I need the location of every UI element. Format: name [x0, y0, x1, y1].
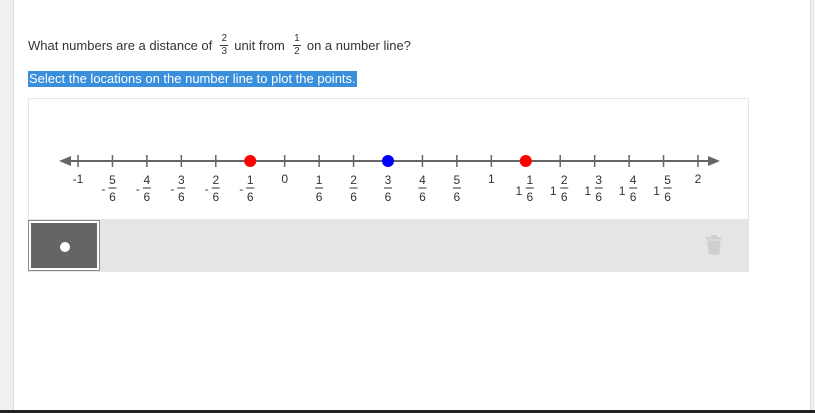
tick-label-denominator: 6	[526, 190, 533, 204]
tick-label-whole: 1	[653, 184, 660, 198]
fraction-two-thirds: 2 3	[220, 32, 229, 57]
tick-label-denominator: 6	[419, 190, 426, 204]
tick-label-denominator: 6	[664, 190, 671, 204]
tick-label-numerator: 5	[109, 173, 116, 187]
tick-label-numerator: 4	[144, 173, 151, 187]
fraction-numerator: 2	[221, 32, 228, 44]
point-red-left[interactable]	[244, 155, 257, 167]
question-prefix: What numbers are a distance of	[28, 37, 213, 53]
tick-label-denominator: 6	[630, 190, 637, 204]
tick-label-numerator: 3	[595, 173, 602, 187]
tick-label-denominator: 6	[316, 190, 323, 204]
tick-label-denominator: 6	[247, 190, 254, 204]
tick-label-denominator: 6	[144, 190, 151, 204]
question-suffix: on a number line?	[306, 37, 411, 53]
tick-label-numerator: 2	[350, 173, 357, 187]
axis-arrow-left	[59, 156, 71, 166]
tick-label-whole: 1	[550, 184, 557, 198]
axis-arrow-right	[708, 156, 720, 166]
point-blue[interactable]	[382, 155, 394, 167]
graph-toolbar	[28, 219, 749, 272]
fraction-numerator: 1	[294, 32, 300, 44]
left-scroll-gutter	[0, 0, 14, 413]
tick-label-denominator: 6	[454, 190, 461, 204]
tick-label-denominator: 6	[385, 190, 392, 204]
tick-label-whole: 1	[584, 184, 591, 198]
number-line[interactable]: -1 56-46-36-26-16-0 16263646561 16126136146…	[29, 99, 750, 219]
tick-label-numerator: 5	[664, 173, 671, 187]
trash-icon[interactable]	[705, 235, 723, 255]
fraction-denominator: 2	[294, 45, 300, 57]
tick-label-sign: -	[170, 182, 174, 196]
tick-label-whole: 1	[619, 184, 626, 198]
tick-label-denominator: 6	[561, 190, 568, 204]
tick-label-numerator: 5	[454, 173, 461, 187]
tick-label-numerator: 1	[247, 173, 254, 187]
tick-label-numerator: 4	[630, 173, 637, 187]
question-text: What numbers are a distance of 2 3 unit …	[28, 32, 411, 57]
tick-label-sign: -	[205, 182, 209, 196]
tick-label-numerator: 1	[316, 173, 323, 187]
tick-label: 0	[281, 172, 288, 186]
tick-label-sign: -	[101, 182, 105, 196]
tick-label-numerator: 4	[419, 173, 426, 187]
right-scroll-gutter	[810, 0, 815, 413]
fraction-one-half: 1 2	[292, 32, 301, 57]
tick-label-denominator: 6	[350, 190, 357, 204]
tick-label-denominator: 6	[595, 190, 602, 204]
tick-label-numerator: 2	[212, 173, 219, 187]
tick-label-numerator: 3	[385, 173, 392, 187]
tick-label-denominator: 6	[109, 190, 116, 204]
tick-label-sign: -	[136, 182, 140, 196]
tick-label-numerator: 2	[561, 173, 568, 187]
tick-label-numerator: 3	[178, 173, 185, 187]
tick-label-denominator: 6	[178, 190, 185, 204]
tick-label-numerator: 1	[526, 173, 533, 187]
point-tool-button[interactable]	[29, 221, 99, 270]
instruction-text: Select the locations on the number line …	[28, 71, 357, 87]
fraction-denominator: 3	[221, 45, 228, 57]
tick-label: 2	[695, 172, 702, 186]
tick-label-denominator: 6	[212, 190, 219, 204]
point-icon	[60, 242, 70, 252]
tick-label-sign: -	[239, 182, 243, 196]
question-middle: unit from	[234, 37, 285, 53]
point-red-right[interactable]	[519, 155, 532, 167]
tick-label-whole: 1	[515, 184, 522, 198]
tick-label: 1	[488, 172, 495, 186]
tick-label: -1	[73, 172, 84, 186]
